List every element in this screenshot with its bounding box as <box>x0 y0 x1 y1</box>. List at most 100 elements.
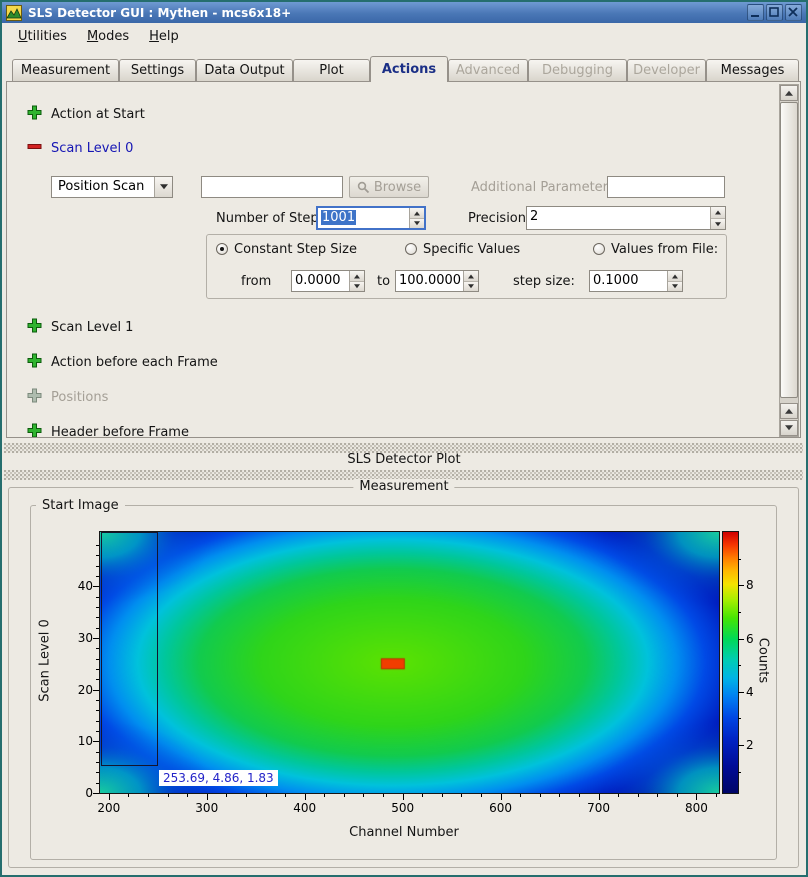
spin-up-icon[interactable] <box>711 207 725 219</box>
app-window: SLS Detector GUI : Mythen - mcs6x18+ Uti… <box>0 0 808 877</box>
tick-label: 30 <box>67 631 93 645</box>
tab-settings[interactable]: Settings <box>119 59 196 81</box>
tick-mark <box>363 794 364 797</box>
step-size-spinbox[interactable]: 0.1000 <box>589 270 683 292</box>
scroll-up-button[interactable] <box>780 85 798 101</box>
tick-mark <box>738 559 741 560</box>
actions-panel: Action at Start Scan Level 0 Position Sc… <box>6 81 801 438</box>
tick-mark <box>579 794 580 797</box>
expand-plus-icon[interactable] <box>27 353 42 368</box>
close-icon <box>788 7 799 18</box>
tab-messages[interactable]: Messages <box>706 59 799 81</box>
minimize-icon <box>750 7 761 18</box>
tick-mark <box>109 794 110 800</box>
heatmap-canvas[interactable] <box>100 532 719 793</box>
menu-modes[interactable]: Modes <box>77 25 139 48</box>
tick-mark <box>96 700 99 701</box>
action-before-frame-label[interactable]: Action before each Frame <box>51 355 218 370</box>
spin-down-icon[interactable] <box>711 219 725 230</box>
combo-arrow-icon[interactable] <box>154 177 172 197</box>
header-before-frame-label[interactable]: Header before Frame <box>51 425 189 438</box>
collapse-minus-icon[interactable] <box>27 139 42 154</box>
menu-help[interactable]: Help <box>139 25 189 48</box>
tab-actions[interactable]: Actions <box>370 56 448 82</box>
menu-utilities[interactable]: Utilities <box>8 25 77 48</box>
precision-spinbox[interactable]: 2 <box>526 206 726 230</box>
values-from-file-label[interactable]: Values from File: <box>611 242 718 257</box>
radio-constant-step-size[interactable] <box>216 243 228 255</box>
start-image-group: Start Image Scan Level 0 253.69, 4.86, 1… <box>30 505 777 860</box>
tab-plot[interactable]: Plot <box>293 59 370 81</box>
tab-advanced: Advanced <box>448 59 528 81</box>
expand-plus-icon[interactable] <box>27 423 42 438</box>
tick-label: 2 <box>746 738 762 752</box>
tick-mark <box>266 794 267 797</box>
tick-mark <box>168 794 169 797</box>
additional-parameter-input[interactable] <box>607 176 725 198</box>
close-button[interactable] <box>785 4 802 21</box>
measurement-group-title: Measurement <box>353 479 454 494</box>
spin-down-icon[interactable] <box>668 282 682 292</box>
tick-mark <box>618 794 619 797</box>
spin-up-icon[interactable] <box>668 271 682 282</box>
number-of-steps-value: 1001 <box>321 210 356 225</box>
scan-script-input[interactable] <box>201 176 343 198</box>
from-value: 0.0000 <box>292 271 349 291</box>
expand-plus-icon[interactable] <box>27 105 42 120</box>
tick-mark <box>96 762 99 763</box>
dock-title: SLS Detector Plot <box>0 452 808 467</box>
scan-level-0-label[interactable]: Scan Level 0 <box>51 141 133 156</box>
constant-step-size-label[interactable]: Constant Step Size <box>234 242 357 257</box>
specific-values-label[interactable]: Specific Values <box>423 242 520 257</box>
spin-down-icon[interactable] <box>350 282 364 292</box>
tick-label: 300 <box>187 801 227 815</box>
start-image-group-title: Start Image <box>36 498 125 513</box>
minimize-button[interactable] <box>747 4 764 21</box>
tick-label: 0 <box>67 786 93 800</box>
tab-measurement[interactable]: Measurement <box>12 59 119 81</box>
maximize-button[interactable] <box>766 4 783 21</box>
tick-mark <box>442 794 443 797</box>
tick-mark <box>344 794 345 797</box>
vertical-scrollbar[interactable] <box>779 84 799 437</box>
expand-plus-icon[interactable] <box>27 318 42 333</box>
tick-mark <box>501 794 502 800</box>
tick-mark <box>96 669 99 670</box>
heatmap-area[interactable]: 253.69, 4.86, 1.83 200300400500600700800… <box>99 531 720 794</box>
maximize-icon <box>769 7 780 18</box>
tick-mark <box>324 794 325 797</box>
titlebar[interactable]: SLS Detector GUI : Mythen - mcs6x18+ <box>2 2 806 23</box>
spin-down-icon[interactable] <box>410 219 424 229</box>
number-of-steps-spinbox[interactable]: 1001 <box>316 206 426 230</box>
cursor-readout: 253.69, 4.86, 1.83 <box>159 770 278 786</box>
scrollbar-thumb[interactable] <box>780 102 798 398</box>
spin-down-icon[interactable] <box>464 282 478 292</box>
tick-mark <box>246 794 247 797</box>
tick-mark <box>461 794 462 797</box>
tab-data-output[interactable]: Data Output <box>196 59 293 81</box>
tick-mark <box>96 628 99 629</box>
tick-mark <box>128 794 129 797</box>
scan-level-1-label[interactable]: Scan Level 1 <box>51 320 133 335</box>
spin-up-icon[interactable] <box>464 271 478 282</box>
zoom-selection-rect <box>101 532 158 766</box>
radio-specific-values[interactable] <box>405 243 417 255</box>
tab-debugging: Debugging <box>528 59 627 81</box>
step-size-label: step size: <box>513 274 575 289</box>
tick-label: 400 <box>285 801 325 815</box>
tick-mark <box>96 772 99 773</box>
precision-value: 2 <box>527 207 710 229</box>
scan-mode-value: Position Scan <box>52 177 154 197</box>
number-of-steps-label: Number of Steps: <box>216 211 330 226</box>
scroll-up-button[interactable] <box>780 403 798 419</box>
scroll-down-button[interactable] <box>780 420 798 436</box>
tick-mark <box>96 607 99 608</box>
scan-mode-combobox[interactable]: Position Scan <box>51 176 173 198</box>
spin-up-icon[interactable] <box>350 271 364 282</box>
tick-mark <box>96 752 99 753</box>
radio-values-from-file[interactable] <box>593 243 605 255</box>
from-spinbox[interactable]: 0.0000 <box>291 270 365 292</box>
action-at-start-label[interactable]: Action at Start <box>51 107 145 122</box>
spin-up-icon[interactable] <box>410 208 424 219</box>
to-spinbox[interactable]: 100.0000 <box>395 270 479 292</box>
